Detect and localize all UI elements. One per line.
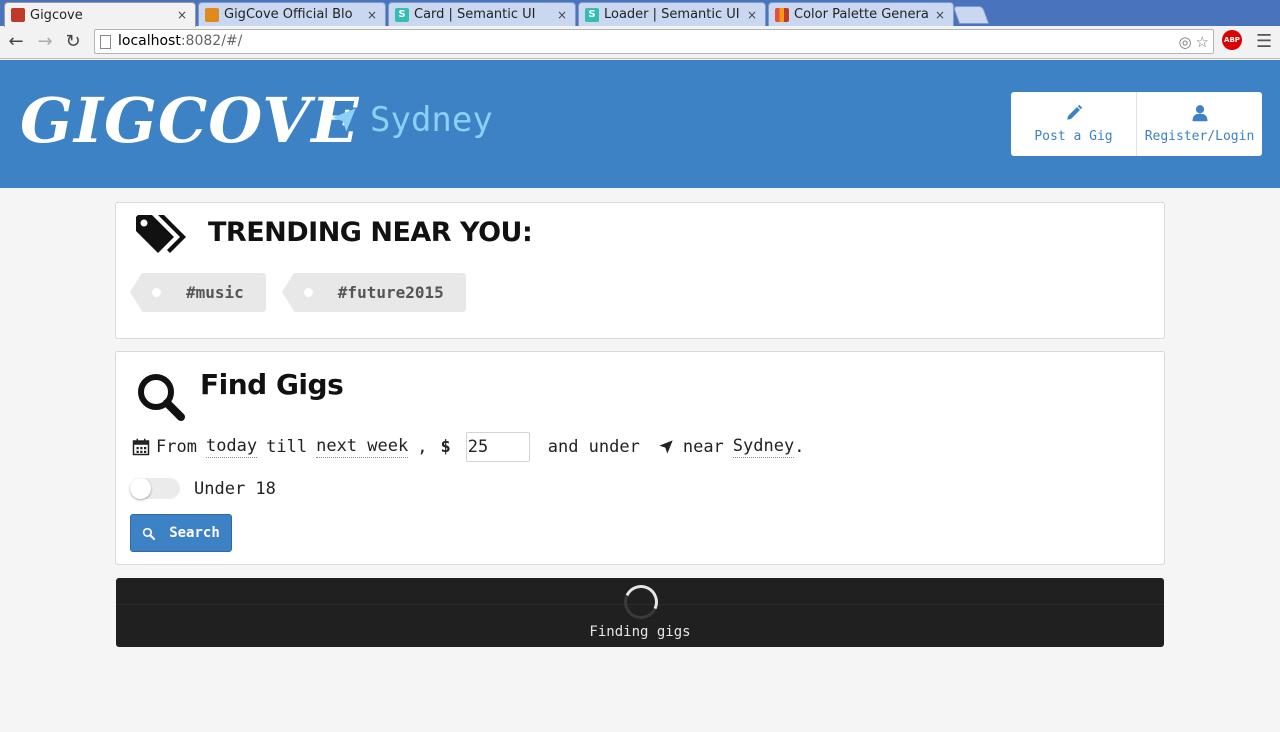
semantic-ui-favicon-icon: S — [585, 7, 599, 22]
semantic-ui-favicon-icon: S — [395, 7, 409, 22]
tab-gigcove-blog[interactable]: GigCove Official Blo × — [198, 2, 386, 26]
tag-hole — [152, 288, 161, 297]
under18-toggle[interactable] — [130, 478, 180, 499]
close-icon[interactable]: × — [935, 8, 945, 22]
near-location-field[interactable]: Sydney — [732, 436, 795, 458]
close-icon[interactable]: × — [367, 8, 377, 22]
tag-music[interactable]: #music — [130, 273, 266, 312]
till-date-field[interactable]: next week — [316, 436, 409, 458]
register-login-label: Register/Login — [1144, 129, 1255, 144]
back-arrow-icon[interactable]: ← — [6, 32, 26, 52]
tag-label: #music — [186, 283, 244, 302]
search-query-sentence: From today till next week , $ 25 and und… — [132, 432, 804, 462]
location-arrow-icon — [659, 440, 673, 454]
price-value: 25 — [467, 437, 489, 457]
url-host: localhost — [118, 33, 181, 49]
browser-toolbar: ← → ↻ localhost:8082/#/ ◎ ☆ ABP ☰ — [0, 26, 1280, 59]
reload-icon[interactable]: ↻ — [63, 32, 83, 52]
palette-favicon-icon — [775, 7, 789, 22]
trending-tags: #music #future2015 — [130, 273, 466, 312]
tag-hole — [303, 288, 313, 297]
and-under-label: and under — [547, 437, 640, 457]
browser-tab-strip: Gigcove × GigCove Official Blo × S Card … — [0, 0, 1280, 27]
pencil-icon — [1066, 104, 1082, 120]
close-icon[interactable]: × — [747, 8, 757, 22]
app-header: GIGCOVE Sydney Post a Gig Register/Login — [0, 60, 1280, 188]
address-bar[interactable]: localhost:8082/#/ ◎ ☆ — [94, 29, 1214, 54]
post-gig-label: Post a Gig — [1034, 129, 1113, 144]
new-tab-button[interactable] — [952, 6, 990, 24]
tab-color-palette[interactable]: Color Palette Genera × — [768, 2, 954, 26]
close-icon[interactable]: × — [177, 8, 187, 22]
page-icon — [100, 35, 111, 49]
comma-text: , — [417, 437, 428, 457]
blog-favicon-icon — [205, 7, 219, 22]
adblock-icon[interactable]: ABP — [1222, 30, 1242, 50]
dollar-icon: $ — [440, 437, 451, 457]
from-date-field[interactable]: today — [205, 436, 258, 458]
menu-icon[interactable]: ☰ — [1256, 31, 1272, 52]
tab-title: Color Palette Genera — [794, 7, 929, 22]
loading-spinner-icon — [619, 580, 663, 624]
close-icon[interactable]: × — [557, 8, 567, 22]
tab-title: Card | Semantic UI — [414, 7, 536, 22]
tab-gigcove[interactable]: Gigcove × — [4, 2, 196, 27]
search-label: Search — [169, 525, 220, 541]
bookmark-star-icon[interactable]: ☆ — [1196, 33, 1209, 51]
tag-future2015[interactable]: #future2015 — [281, 273, 466, 312]
gigcove-favicon-icon — [11, 8, 25, 22]
toggle-knob — [130, 478, 151, 499]
trending-title: Trending near you: — [208, 217, 533, 248]
till-label: till — [266, 437, 308, 457]
brand-logo[interactable]: GIGCOVE — [20, 84, 360, 157]
tags-icon — [136, 215, 186, 253]
tab-card-semantic-ui[interactable]: S Card | Semantic UI × — [388, 2, 576, 26]
tab-title: GigCove Official Blo — [224, 7, 353, 22]
find-gigs-panel: Find Gigs From today till next week , $ … — [115, 351, 1165, 565]
forward-arrow-icon[interactable]: → — [35, 32, 55, 52]
user-icon — [1192, 105, 1207, 122]
search-icon — [138, 374, 185, 421]
tag-label: #future2015 — [337, 283, 444, 302]
under18-row: Under 18 — [130, 478, 276, 499]
omnibox-icons: ◎ ☆ — [1178, 33, 1209, 51]
under18-label: Under 18 — [194, 478, 276, 499]
tab-title: Gigcove — [30, 7, 83, 23]
find-gigs-title: Find Gigs — [200, 368, 344, 401]
url-path: :8082/#/ — [180, 33, 243, 49]
register-login-button[interactable]: Register/Login — [1136, 92, 1262, 156]
near-label: near — [682, 437, 724, 457]
search-icon — [143, 527, 156, 540]
tab-loader-semantic-ui[interactable]: S Loader | Semantic UI × — [578, 2, 766, 26]
loading-panel: Finding gigs — [116, 578, 1164, 647]
header-actions: Post a Gig Register/Login — [1011, 92, 1262, 156]
calendar-icon — [132, 438, 150, 456]
location-arrow-icon — [332, 108, 356, 132]
search-button[interactable]: Search — [130, 514, 232, 552]
from-label: From — [156, 437, 197, 457]
trending-panel: Trending near you: #music #future2015 — [115, 202, 1165, 339]
period-text: . — [794, 437, 805, 457]
post-gig-button[interactable]: Post a Gig — [1011, 92, 1136, 156]
price-input[interactable]: 25 — [465, 432, 530, 462]
loading-text: Finding gigs — [589, 624, 691, 640]
current-location[interactable]: Sydney — [330, 100, 493, 140]
location-name: Sydney — [370, 100, 493, 140]
url-text: localhost:8082/#/ — [118, 33, 242, 49]
tab-title: Loader | Semantic UI — [604, 7, 740, 22]
location-target-icon[interactable]: ◎ — [1178, 33, 1191, 51]
